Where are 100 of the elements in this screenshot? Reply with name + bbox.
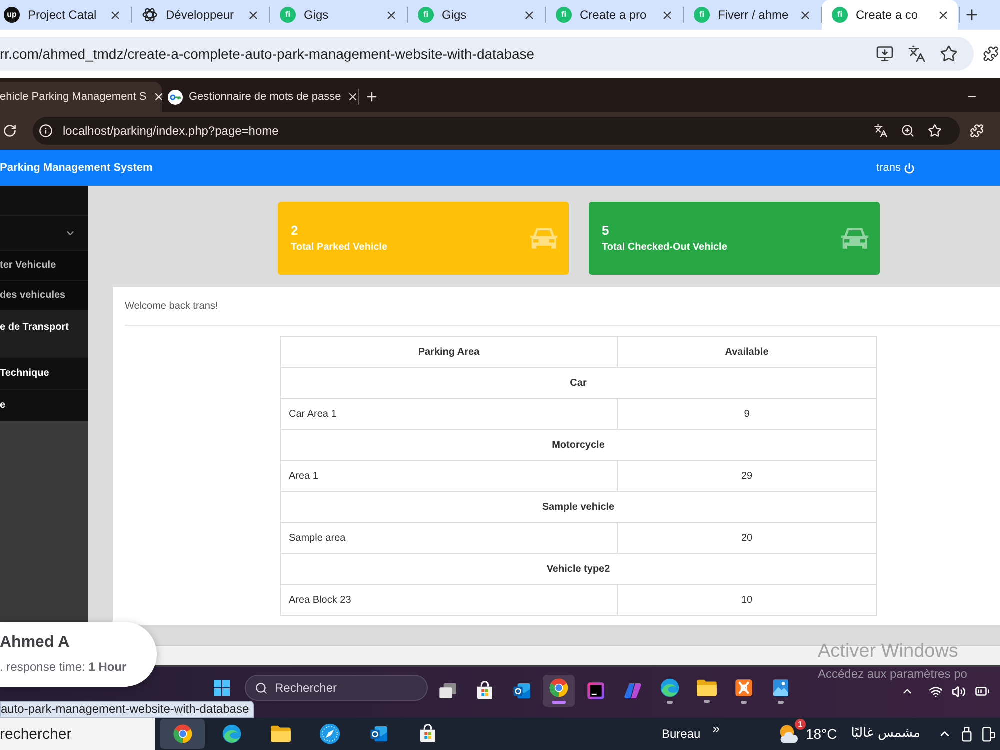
swirl-icon (222, 724, 242, 744)
weather-condition: مشمس غالبًا (851, 725, 921, 744)
response-time: . response time: 1 Hour (0, 659, 128, 676)
power-icon[interactable] (904, 162, 915, 174)
new-tab-icon[interactable] (964, 7, 980, 23)
key-icon (168, 90, 183, 104)
volume-icon[interactable] (952, 684, 966, 698)
activation-subtitle: Accédez aux paramètres po (818, 667, 968, 681)
area-cell: Area 1 (280, 460, 618, 492)
search-field[interactable]: Rechercher (245, 675, 428, 701)
close-icon[interactable] (799, 8, 812, 22)
shopping-bag-icon (475, 681, 495, 701)
app-title: Parking Management System (0, 160, 153, 176)
running-indicator (552, 701, 566, 704)
browser-tab[interactable]: ehicle Parking Management S (0, 82, 162, 112)
count-cell: 9 (618, 398, 876, 430)
address-bar[interactable]: rr.com/ahmed_tmdz/create-a-complete-auto-park-management-website-with-database (0, 37, 974, 71)
address-bar[interactable]: localhost/parking/index.php?page=home (33, 117, 960, 145)
sidebar-item[interactable]: e de Transport (0, 310, 88, 357)
area-cell: Sample area (280, 522, 618, 554)
browser-tab[interactable]: up Project Catal (0, 0, 130, 30)
zoom-icon[interactable] (901, 124, 915, 138)
temperature: 18°C (806, 724, 838, 744)
sidebar-subitem[interactable]: des vehicules (0, 280, 88, 310)
usb-drive-icon[interactable] (962, 726, 972, 742)
site-logo: fi (694, 7, 710, 23)
user-name: trans (876, 160, 901, 176)
overflow-chevrons[interactable]: » (712, 722, 720, 734)
reload-icon[interactable] (3, 124, 17, 138)
link-status-bubble: auto-park-management-website-with-database (0, 701, 254, 718)
count-cell: 20 (618, 522, 876, 554)
shopping-bag-icon (418, 724, 438, 744)
start-icon[interactable] (214, 680, 230, 696)
star-icon[interactable] (940, 45, 958, 63)
close-icon[interactable] (385, 8, 398, 22)
close-icon[interactable] (523, 8, 536, 22)
search-icon (255, 682, 268, 695)
stat-value: 5 (602, 222, 610, 238)
stat-value: 2 (291, 222, 300, 238)
close-icon[interactable] (661, 8, 674, 22)
browser-tab[interactable]: fi Create a co (822, 0, 958, 30)
wifi-icon[interactable] (929, 684, 943, 698)
swirl-icon (660, 678, 680, 698)
info-icon (39, 124, 53, 138)
count-cell: 10 (618, 584, 876, 616)
close-icon[interactable] (937, 8, 950, 22)
folder-icon (696, 679, 718, 697)
menu-toggle[interactable] (0, 215, 88, 250)
battery-icon[interactable] (975, 684, 990, 699)
cross-tile-icon (734, 678, 754, 698)
browser-tab[interactable]: fi Create a pro (546, 0, 682, 30)
new-tab-icon[interactable] (365, 90, 379, 104)
running-indicator (741, 701, 747, 704)
category-cell: Sample vehicle (280, 492, 876, 522)
running-indicator (667, 701, 673, 704)
translate-icon[interactable] (874, 124, 888, 138)
close-icon[interactable] (152, 91, 165, 103)
browser-tab[interactable]: fi Fiverr / ahme (684, 0, 820, 30)
stat-label: Total Parked Vehicle (291, 240, 388, 254)
taskbar-app[interactable] (543, 675, 575, 707)
mail-icon (512, 681, 532, 701)
install-icon[interactable] (876, 45, 894, 63)
browser-icon (549, 678, 569, 698)
browser-tab[interactable]: fi Gigs (270, 0, 406, 30)
landscape-icon (771, 678, 791, 698)
puzzle-icon[interactable] (983, 46, 999, 62)
category-cell: Car (280, 368, 876, 398)
device-icon[interactable] (982, 726, 996, 742)
running-indicator (704, 700, 710, 703)
overlapping-windows-icon (438, 681, 458, 701)
desktop-label[interactable]: Bureau (662, 725, 701, 743)
weather-icon[interactable] (778, 723, 800, 745)
sidebar-subitem[interactable]: ter Vehicule (0, 250, 88, 280)
close-icon[interactable] (109, 8, 122, 22)
category-cell: Motorcycle (280, 430, 876, 460)
browser-tab[interactable]: fi Gigs (408, 0, 544, 30)
search-field[interactable]: rechercher (0, 718, 155, 750)
site-logo: up (4, 7, 20, 23)
car-icon (840, 227, 870, 250)
running-indicator (778, 701, 784, 704)
close-icon[interactable] (347, 91, 360, 103)
notification-count: 1 (794, 719, 806, 730)
knot-icon (142, 7, 158, 23)
column-header: Parking Area (280, 336, 618, 368)
site-logo: fi (556, 7, 572, 23)
welcome-message: Welcome back trans! (125, 300, 220, 314)
column-header: Available (618, 336, 876, 368)
translate-icon[interactable] (908, 45, 926, 63)
code-tile-icon (586, 681, 606, 701)
folder-icon (270, 725, 292, 743)
compass-icon (318, 723, 340, 745)
sidebar-item[interactable]: e (0, 389, 88, 421)
stat-label: Total Checked-Out Vehicle (602, 240, 728, 254)
car-icon (529, 227, 559, 250)
close-icon[interactable] (247, 8, 260, 22)
site-logo: fi (280, 7, 296, 23)
browser-tab[interactable]: Gestionnaire de mots de passe (162, 82, 358, 112)
sidebar-item[interactable]: Technique (0, 357, 88, 389)
seller-name: Ahmed A (0, 633, 71, 653)
browser-tab[interactable]: Développeur (132, 0, 268, 30)
